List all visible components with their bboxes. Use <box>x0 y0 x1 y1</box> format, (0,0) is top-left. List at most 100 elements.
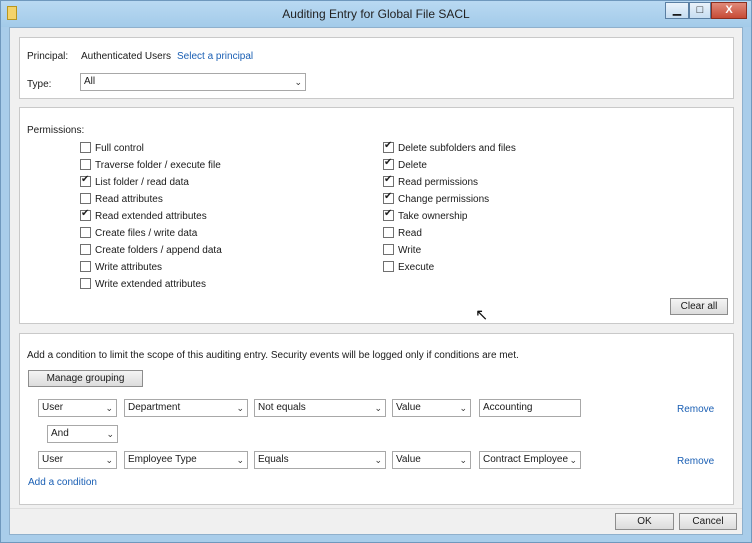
permission-label: Read extended attributes <box>95 211 207 222</box>
condition-2-remove-link[interactable]: Remove <box>677 456 714 467</box>
permission-left-0[interactable]: Full control <box>80 142 144 156</box>
condition-2-value-type-value: Value <box>396 454 421 465</box>
permission-label: Take ownership <box>398 211 468 222</box>
unchecked-checkbox[interactable] <box>80 142 91 153</box>
permission-left-7[interactable]: Write attributes <box>80 261 162 275</box>
condition-1-value-type-select[interactable]: Value ⌄ <box>392 399 471 417</box>
maximize-button[interactable]: □ <box>689 2 711 19</box>
permission-label: Read attributes <box>95 194 163 205</box>
permission-right-1[interactable]: Delete <box>383 157 427 173</box>
footer-divider <box>10 508 742 509</box>
title-bar[interactable]: Auditing Entry for Global File SACL ▁ □ … <box>1 1 751 27</box>
unchecked-checkbox[interactable] <box>383 261 394 272</box>
chevron-down-icon: ⌄ <box>459 403 467 413</box>
type-select-value: All <box>84 76 96 87</box>
chevron-down-icon: ⌄ <box>374 455 382 465</box>
permission-label: Read permissions <box>398 177 479 188</box>
conditions-description: Add a condition to limit the scope of th… <box>27 350 519 361</box>
dialog-window: Auditing Entry for Global File SACL ▁ □ … <box>0 0 752 543</box>
condition-1-class-value: User <box>42 402 64 413</box>
checked-checkbox[interactable] <box>383 157 394 170</box>
ok-button[interactable]: OK <box>615 513 674 530</box>
permission-right-4[interactable]: Take ownership <box>383 208 468 224</box>
unchecked-checkbox[interactable] <box>80 227 91 238</box>
chevron-down-icon: ⌄ <box>459 455 467 465</box>
permission-label: Delete <box>398 160 427 171</box>
condition-1-value-input[interactable]: Accounting <box>479 399 581 417</box>
checked-checkbox[interactable] <box>383 208 394 221</box>
condition-2-class-select[interactable]: User ⌄ <box>38 451 117 469</box>
permission-left-1[interactable]: Traverse folder / execute file <box>80 159 221 173</box>
permission-right-0[interactable]: Delete subfolders and files <box>383 140 516 156</box>
checked-checkbox[interactable] <box>383 140 394 153</box>
chevron-down-icon: ⌄ <box>569 455 577 465</box>
condition-1-class-select[interactable]: User ⌄ <box>38 399 117 417</box>
permission-left-5[interactable]: Create files / write data <box>80 227 197 241</box>
checked-checkbox[interactable] <box>383 191 394 204</box>
condition-connector-select[interactable]: And ⌄ <box>47 425 118 443</box>
condition-2-value-type-select[interactable]: Value ⌄ <box>392 451 471 469</box>
permission-label: Execute <box>398 262 435 273</box>
permission-label: Change permissions <box>398 194 490 205</box>
condition-1-attribute-select[interactable]: Department ⌄ <box>124 399 248 417</box>
unchecked-checkbox[interactable] <box>80 244 91 255</box>
permission-label: Delete subfolders and files <box>398 143 516 154</box>
condition-1-attribute-value: Department <box>128 402 181 413</box>
condition-2-attribute-select[interactable]: Employee Type ⌄ <box>124 451 248 469</box>
principal-value: Authenticated Users <box>81 51 172 62</box>
permission-label: Write attributes <box>95 262 163 273</box>
select-principal-link[interactable]: Select a principal <box>177 51 253 62</box>
permission-label: List folder / read data <box>95 177 189 188</box>
checked-checkbox[interactable] <box>80 174 91 187</box>
permission-right-5[interactable]: Read <box>383 227 422 241</box>
chevron-down-icon: ⌄ <box>105 455 113 465</box>
unchecked-checkbox[interactable] <box>80 278 91 289</box>
permissions-label: Permissions: <box>27 125 85 136</box>
add-condition-link[interactable]: Add a condition <box>28 477 97 488</box>
permission-label: Create folders / append data <box>95 245 222 256</box>
permission-label: Write extended attributes <box>95 279 206 290</box>
permission-left-2[interactable]: List folder / read data <box>80 174 189 190</box>
permission-right-2[interactable]: Read permissions <box>383 174 479 190</box>
permission-label: Traverse folder / execute file <box>95 160 221 171</box>
condition-1-operator-value: Not equals <box>258 402 306 413</box>
condition-2-class-value: User <box>42 454 64 465</box>
condition-1-operator-select[interactable]: Not equals ⌄ <box>254 399 386 417</box>
close-button[interactable]: X <box>711 2 747 19</box>
manage-grouping-button[interactable]: Manage grouping <box>28 370 143 387</box>
chevron-down-icon: ⌄ <box>374 403 382 413</box>
permission-right-3[interactable]: Change permissions <box>383 191 490 207</box>
permission-left-3[interactable]: Read attributes <box>80 193 163 207</box>
unchecked-checkbox[interactable] <box>80 159 91 170</box>
permissions-panel: Permissions: Full control Traverse folder… <box>19 107 734 324</box>
condition-2-operator-select[interactable]: Equals ⌄ <box>254 451 386 469</box>
minimize-button[interactable]: ▁ <box>665 2 689 19</box>
checked-checkbox[interactable] <box>80 208 91 221</box>
checked-checkbox[interactable] <box>383 174 394 187</box>
type-select[interactable]: All ⌄ <box>80 73 306 91</box>
chevron-down-icon: ⌄ <box>106 429 114 439</box>
cancel-button[interactable]: Cancel <box>679 513 737 530</box>
conditions-panel: Add a condition to limit the scope of th… <box>19 333 734 505</box>
unchecked-checkbox[interactable] <box>80 261 91 272</box>
unchecked-checkbox[interactable] <box>383 244 394 255</box>
permission-label: Write <box>398 245 422 256</box>
permission-label: Create files / write data <box>95 228 198 239</box>
permission-left-8[interactable]: Write extended attributes <box>80 278 206 292</box>
clear-all-button[interactable]: Clear all <box>670 298 728 315</box>
permission-left-4[interactable]: Read extended attributes <box>80 208 207 224</box>
condition-1-remove-link[interactable]: Remove <box>677 404 714 415</box>
condition-2-attribute-value: Employee Type <box>128 454 197 465</box>
permission-left-6[interactable]: Create folders / append data <box>80 244 222 258</box>
permission-right-7[interactable]: Execute <box>383 261 434 275</box>
condition-2-value-select[interactable]: Contract Employee ⌄ <box>479 451 581 469</box>
principal-label: Principal: <box>27 51 69 62</box>
window-title: Auditing Entry for Global File SACL <box>282 7 470 21</box>
unchecked-checkbox[interactable] <box>80 193 91 204</box>
permission-right-6[interactable]: Write <box>383 244 421 258</box>
dialog-body: Principal: Authenticated Users Select a … <box>9 27 743 535</box>
chevron-down-icon: ⌄ <box>236 455 244 465</box>
principal-panel: Principal: Authenticated Users Select a … <box>19 37 734 99</box>
unchecked-checkbox[interactable] <box>383 227 394 238</box>
permission-label: Read <box>398 228 422 239</box>
